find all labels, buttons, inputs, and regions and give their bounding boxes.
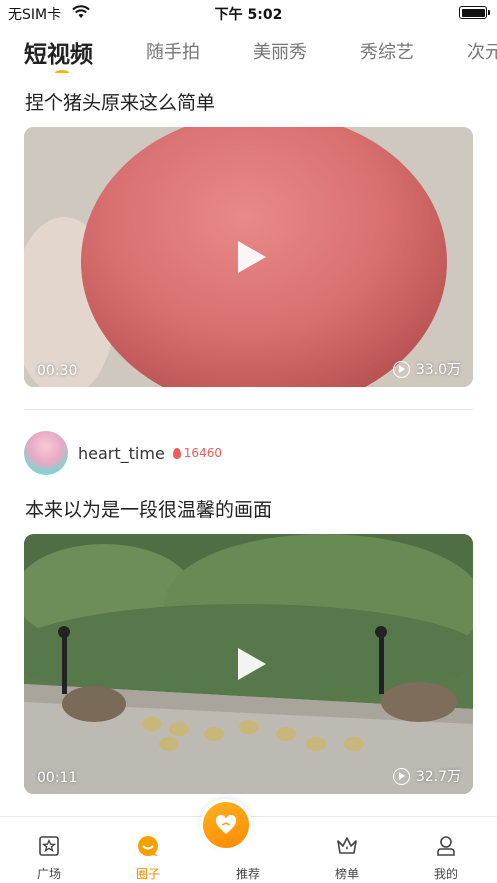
nav-label: 广场 <box>36 867 61 881</box>
tab-snapshot[interactable]: 随手拍 <box>146 38 200 64</box>
tab-anime[interactable]: 次元 <box>467 38 497 64</box>
play-count-icon <box>392 767 410 785</box>
video-thumbnail[interactable]: 00:30 33.0万 <box>24 127 473 387</box>
tab-short-video[interactable]: 短视频 <box>24 35 93 69</box>
heat-count: 16460 <box>183 446 222 460</box>
category-tabs: 短视频 随手拍 美丽秀 秀综艺 次元 <box>0 30 497 78</box>
nav-label: 榜单 <box>334 867 359 881</box>
battery-icon <box>459 6 490 19</box>
view-count: 33.0万 <box>415 362 461 378</box>
tab-beauty-show[interactable]: 美丽秀 <box>253 38 307 64</box>
play-icon[interactable] <box>237 241 266 273</box>
user-icon <box>437 836 455 856</box>
author-name[interactable]: heart_time <box>78 444 165 463</box>
nav-label: 圈子 <box>135 867 160 881</box>
nav-circle[interactable]: 圈子 <box>113 817 183 883</box>
crown-icon <box>337 837 357 854</box>
heart-icon <box>215 814 237 834</box>
nav-ranking[interactable]: 榜单 <box>312 817 382 883</box>
tab-variety-show[interactable]: 秀综艺 <box>360 38 414 64</box>
play-icon[interactable] <box>237 648 266 680</box>
video-duration: 00:11 <box>37 770 78 786</box>
nav-recommend[interactable]: 推荐 <box>200 799 283 883</box>
post-author[interactable]: heart_time 16460 <box>24 431 222 475</box>
circle-bubble-icon <box>138 836 158 856</box>
flame-icon <box>172 447 181 459</box>
video-views: 33.0万 <box>392 359 461 379</box>
recommend-button[interactable] <box>200 799 252 851</box>
active-tab-indicator <box>55 70 69 76</box>
video-views: 32.7万 <box>392 766 461 786</box>
post-divider <box>24 409 473 410</box>
nav-label: 我的 <box>433 867 458 881</box>
post-title[interactable]: 捏个猪头原来这么简单 <box>25 88 215 115</box>
post-title[interactable]: 本来以为是一段很温馨的画面 <box>25 495 272 522</box>
view-count: 32.7万 <box>415 769 461 785</box>
bottom-nav: 广场 圈子 推荐 榜单 我的 <box>0 799 497 883</box>
heat-badge: 16460 <box>172 446 222 460</box>
video-thumbnail[interactable]: 00:11 32.7万 <box>24 534 473 794</box>
play-count-icon <box>392 360 410 378</box>
nav-plaza[interactable]: 广场 <box>14 817 84 883</box>
status-time: 下午 5:02 <box>214 7 283 23</box>
square-star-icon <box>39 836 59 856</box>
video-duration: 00:30 <box>37 363 78 379</box>
nav-label: 推荐 <box>235 867 260 881</box>
avatar[interactable] <box>24 431 68 475</box>
nav-mine[interactable]: 我的 <box>411 817 481 883</box>
status-bar: 无SIM卡 下午 5:02 <box>0 0 497 26</box>
